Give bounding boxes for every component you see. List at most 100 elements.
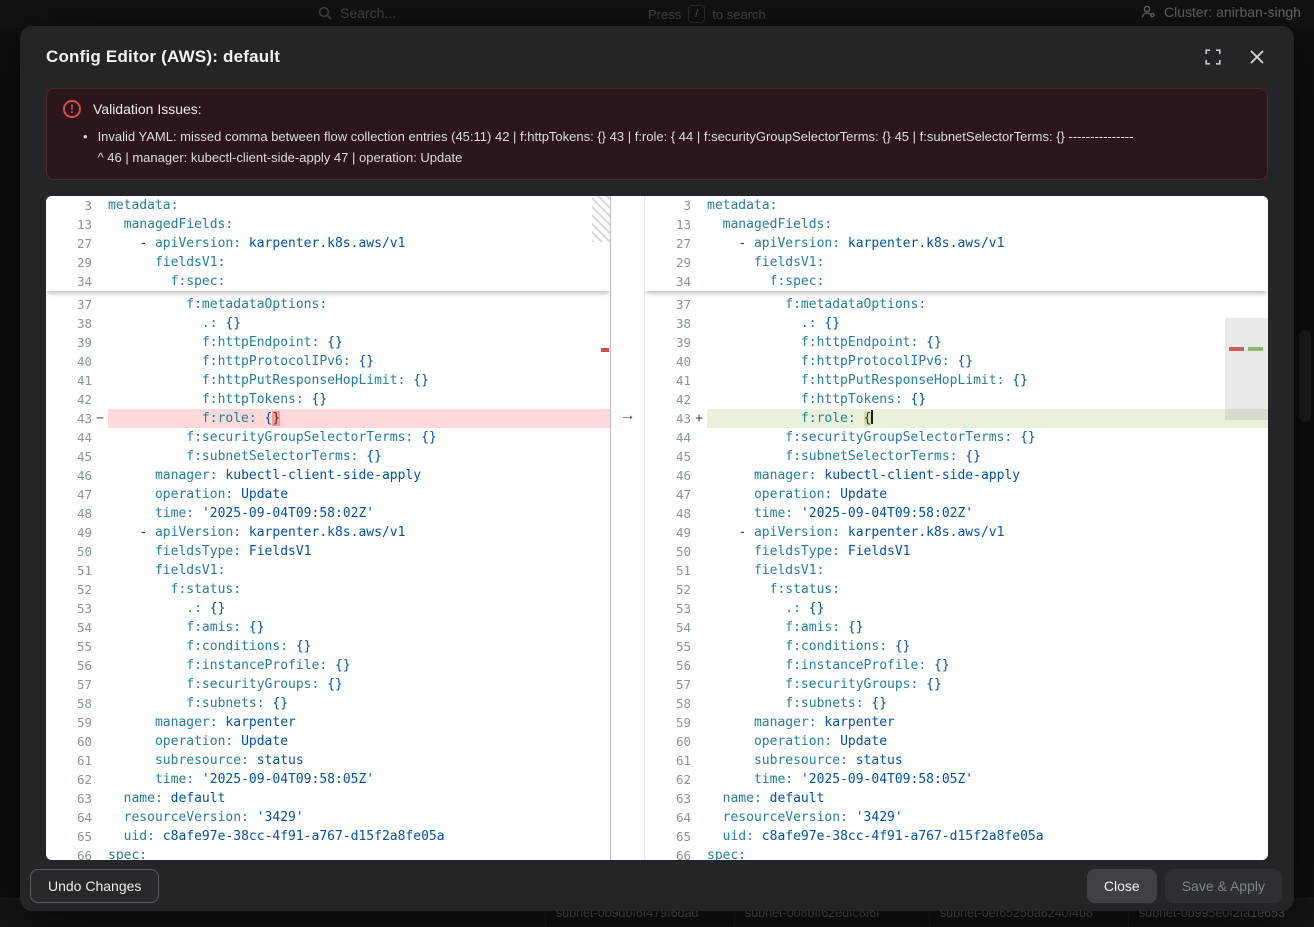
- code-line-59[interactable]: 59 manager: karpenter: [46, 713, 610, 732]
- diff-sign: [691, 352, 707, 371]
- expand-icon[interactable]: [1202, 46, 1224, 68]
- code-line-60[interactable]: 60 operation: Update: [645, 732, 1268, 751]
- code-line-48[interactable]: 48 time: '2025-09-04T09:58:02Z': [645, 504, 1268, 523]
- code-line-63[interactable]: 63 name: default: [46, 789, 610, 808]
- sticky-line-13[interactable]: 13 managedFields:: [46, 215, 610, 234]
- code-line-58[interactable]: 58 f:subnets: {}: [645, 694, 1268, 713]
- overview-ruler-delete-mark: [601, 348, 609, 352]
- code-line-65[interactable]: 65 uid: c8afe97e-38cc-4f91-a767-d15f2a8f…: [46, 827, 610, 846]
- code-line-49[interactable]: 49 - apiVersion: karpenter.k8s.aws/v1: [645, 523, 1268, 542]
- code-content: f:securityGroups: {}: [707, 675, 1268, 694]
- sticky-line-3[interactable]: 3metadata:: [645, 196, 1268, 215]
- validation-issues-banner: ! Validation Issues: • Invalid YAML: mis…: [46, 88, 1268, 180]
- yaml-token: operation:: [754, 734, 832, 749]
- diff-sign: [691, 272, 707, 291]
- sticky-line-27[interactable]: 27 - apiVersion: karpenter.k8s.aws/v1: [46, 234, 610, 253]
- diff-sign: −: [92, 409, 108, 428]
- code-line-57[interactable]: 57 f:securityGroups: {}: [645, 675, 1268, 694]
- diff-editor-original-pane[interactable]: 3metadata:13 managedFields:27 - apiVersi…: [46, 196, 610, 860]
- code-line-45[interactable]: 45 f:subnetSelectorTerms: {}: [645, 447, 1268, 466]
- code-line-39[interactable]: 39 f:httpEndpoint: {}: [645, 333, 1268, 352]
- line-number: 58: [645, 694, 691, 713]
- code-content: subresource: status: [707, 751, 1268, 770]
- code-line-58[interactable]: 58 f:subnets: {}: [46, 694, 610, 713]
- code-line-60[interactable]: 60 operation: Update: [46, 732, 610, 751]
- code-line-43[interactable]: 43+ f:role: {: [645, 409, 1268, 428]
- validation-issue-line1: Invalid YAML: missed comma between flow …: [98, 126, 1134, 147]
- code-line-44[interactable]: 44 f:securityGroupSelectorTerms: {}: [645, 428, 1268, 447]
- code-line-41[interactable]: 41 f:httpPutResponseHopLimit: {}: [46, 371, 610, 390]
- code-line-51[interactable]: 51 fieldsV1:: [645, 561, 1268, 580]
- code-line-53[interactable]: 53 .: {}: [46, 599, 610, 618]
- code-line-50[interactable]: 50 fieldsType: FieldsV1: [46, 542, 610, 561]
- code-line-38[interactable]: 38 .: {}: [46, 314, 610, 333]
- diff-editor-modified-pane[interactable]: 3metadata:13 managedFields:27 - apiVersi…: [645, 196, 1268, 860]
- yaml-token: [707, 373, 801, 388]
- sticky-line-29[interactable]: 29 fieldsV1:: [645, 253, 1268, 272]
- yaml-token: karpenter: [225, 715, 295, 730]
- code-line-66[interactable]: 66spec:: [645, 846, 1268, 860]
- code-line-40[interactable]: 40 f:httpProtocolIPv6: {}: [46, 352, 610, 371]
- code-line-54[interactable]: 54 f:amis: {}: [645, 618, 1268, 637]
- code-line-47[interactable]: 47 operation: Update: [645, 485, 1268, 504]
- code-line-41[interactable]: 41 f:httpPutResponseHopLimit: {}: [645, 371, 1268, 390]
- code-line-44[interactable]: 44 f:securityGroupSelectorTerms: {}: [46, 428, 610, 447]
- yaml-token: karpenter.k8s.aws/v1: [848, 525, 1005, 540]
- code-content: f:amis: {}: [108, 618, 610, 637]
- yaml-token: [832, 734, 840, 749]
- close-icon[interactable]: [1246, 46, 1268, 68]
- code-line-65[interactable]: 65 uid: c8afe97e-38cc-4f91-a767-d15f2a8f…: [645, 827, 1268, 846]
- code-line-46[interactable]: 46 manager: kubectl-client-side-apply: [46, 466, 610, 485]
- yaml-token: operation:: [155, 734, 233, 749]
- code-line-63[interactable]: 63 name: default: [645, 789, 1268, 808]
- yaml-token: [108, 658, 186, 673]
- code-line-48[interactable]: 48 time: '2025-09-04T09:58:02Z': [46, 504, 610, 523]
- code-content: f:httpProtocolIPv6: {}: [707, 352, 1268, 371]
- code-line-66[interactable]: 66spec:: [46, 846, 610, 860]
- code-line-37[interactable]: 37 f:metadataOptions:: [645, 295, 1268, 314]
- code-line-43[interactable]: 43− f:role: {}: [46, 409, 610, 428]
- code-line-49[interactable]: 49 - apiVersion: karpenter.k8s.aws/v1: [46, 523, 610, 542]
- code-line-64[interactable]: 64 resourceVersion: '3429': [645, 808, 1268, 827]
- code-line-62[interactable]: 62 time: '2025-09-04T09:58:05Z': [645, 770, 1268, 789]
- yaml-token: [108, 236, 139, 251]
- save-apply-button[interactable]: Save & Apply: [1165, 869, 1282, 903]
- close-button[interactable]: Close: [1087, 869, 1157, 903]
- sticky-line-13[interactable]: 13 managedFields:: [645, 215, 1268, 234]
- code-line-37[interactable]: 37 f:metadataOptions:: [46, 295, 610, 314]
- sticky-line-34[interactable]: 34 f:spec:: [46, 272, 610, 291]
- code-content: - apiVersion: karpenter.k8s.aws/v1: [707, 234, 1268, 253]
- code-line-61[interactable]: 61 subresource: status: [645, 751, 1268, 770]
- code-line-51[interactable]: 51 fieldsV1:: [46, 561, 610, 580]
- code-line-50[interactable]: 50 fieldsType: FieldsV1: [645, 542, 1268, 561]
- sticky-line-29[interactable]: 29 fieldsV1:: [46, 253, 610, 272]
- code-line-61[interactable]: 61 subresource: status: [46, 751, 610, 770]
- copy-change-arrow-icon[interactable]: →: [611, 406, 644, 425]
- code-line-62[interactable]: 62 time: '2025-09-04T09:58:05Z': [46, 770, 610, 789]
- code-line-47[interactable]: 47 operation: Update: [46, 485, 610, 504]
- sticky-line-27[interactable]: 27 - apiVersion: karpenter.k8s.aws/v1: [645, 234, 1268, 253]
- code-line-56[interactable]: 56 f:instanceProfile: {}: [645, 656, 1268, 675]
- code-line-42[interactable]: 42 f:httpTokens: {}: [46, 390, 610, 409]
- scrollbar-slider[interactable]: [1225, 318, 1268, 420]
- code-line-55[interactable]: 55 f:conditions: {}: [645, 637, 1268, 656]
- sticky-line-34[interactable]: 34 f:spec:: [645, 272, 1268, 291]
- code-line-52[interactable]: 52 f:status:: [46, 580, 610, 599]
- code-line-57[interactable]: 57 f:securityGroups: {}: [46, 675, 610, 694]
- code-line-53[interactable]: 53 .: {}: [645, 599, 1268, 618]
- code-line-45[interactable]: 45 f:subnetSelectorTerms: {}: [46, 447, 610, 466]
- code-line-56[interactable]: 56 f:instanceProfile: {}: [46, 656, 610, 675]
- code-line-39[interactable]: 39 f:httpEndpoint: {}: [46, 333, 610, 352]
- undo-changes-button[interactable]: Undo Changes: [30, 869, 159, 903]
- code-line-59[interactable]: 59 manager: karpenter: [645, 713, 1268, 732]
- code-line-46[interactable]: 46 manager: kubectl-client-side-apply: [645, 466, 1268, 485]
- sticky-line-3[interactable]: 3metadata:: [46, 196, 610, 215]
- line-number: 55: [46, 637, 92, 656]
- code-line-38[interactable]: 38 .: {}: [645, 314, 1268, 333]
- code-line-55[interactable]: 55 f:conditions: {}: [46, 637, 610, 656]
- code-line-42[interactable]: 42 f:httpTokens: {}: [645, 390, 1268, 409]
- code-line-64[interactable]: 64 resourceVersion: '3429': [46, 808, 610, 827]
- code-line-52[interactable]: 52 f:status:: [645, 580, 1268, 599]
- code-line-54[interactable]: 54 f:amis: {}: [46, 618, 610, 637]
- code-line-40[interactable]: 40 f:httpProtocolIPv6: {}: [645, 352, 1268, 371]
